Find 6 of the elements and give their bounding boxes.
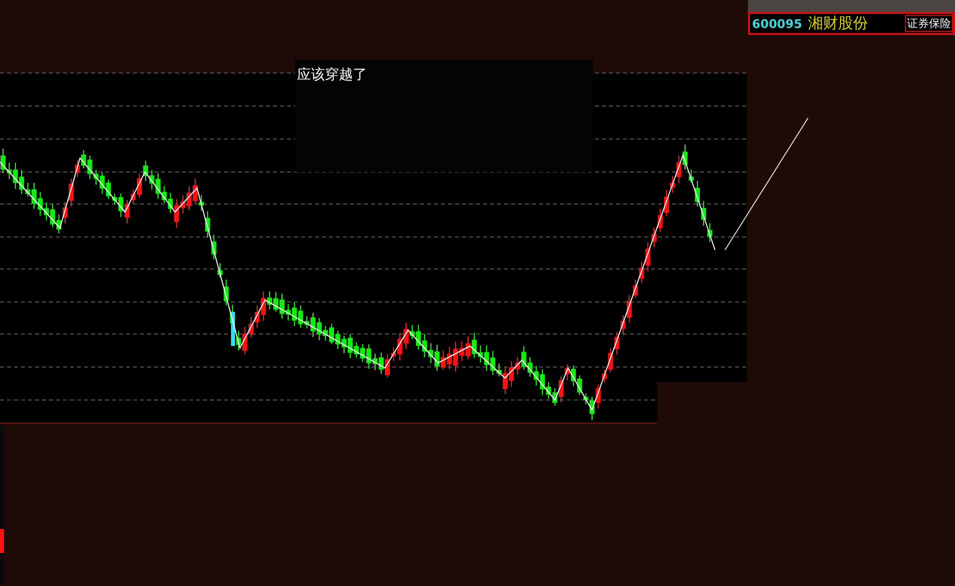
sector-tag: 证券保险 [905,15,953,32]
stock-code: 600095 [752,16,802,30]
annotation-text: 应该穿越了 [297,66,367,84]
stock-name: 湘财股份 [808,14,868,33]
highlighted-candle [231,312,235,346]
volume-bar [0,529,4,553]
